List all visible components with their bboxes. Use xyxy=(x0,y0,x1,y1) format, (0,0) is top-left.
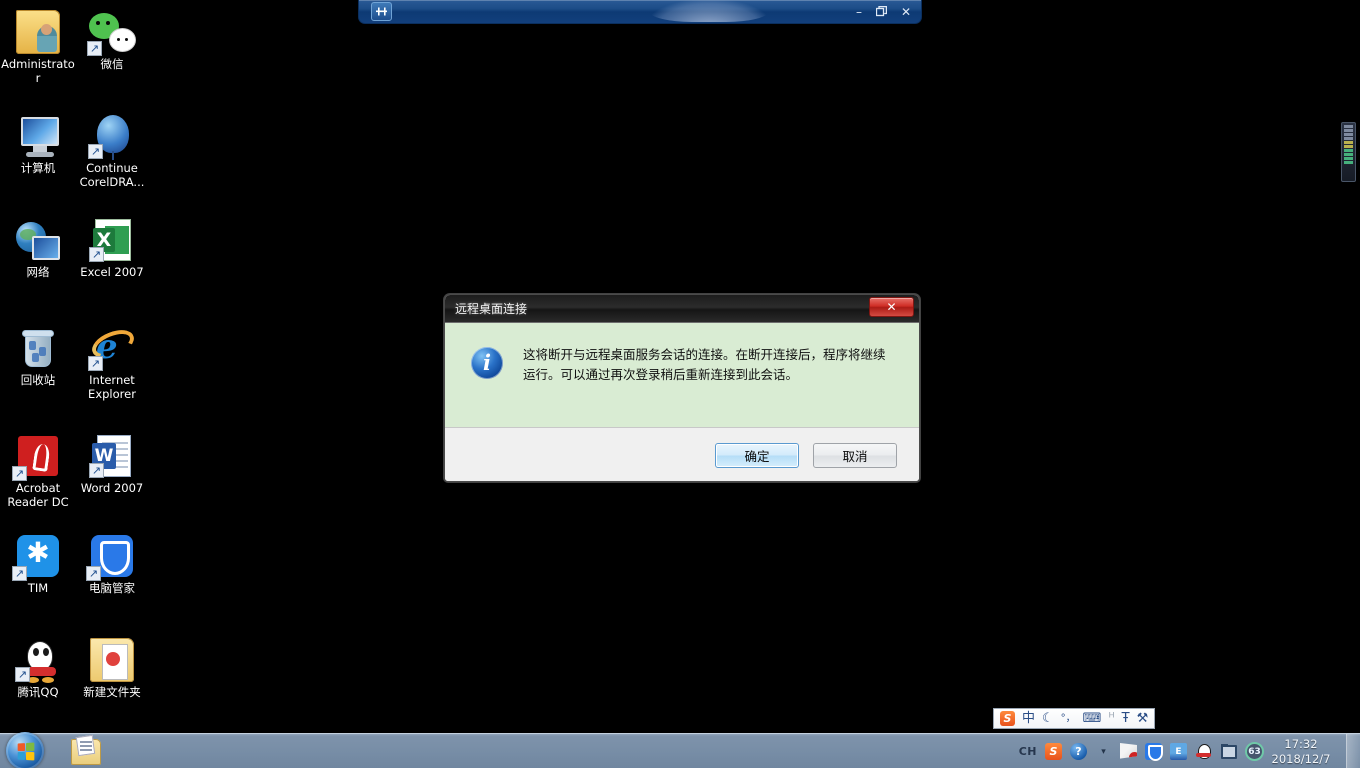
ebook-icon[interactable]: E xyxy=(1170,743,1187,760)
excel-icon: X ↗ xyxy=(88,216,136,264)
ok-button[interactable]: 确定 xyxy=(715,442,799,468)
qq-penguin-icon[interactable] xyxy=(1195,743,1212,760)
rdp-window-controls[interactable]: – ✕ xyxy=(856,0,911,24)
desktop-icon-word-2007[interactable]: W ↗ Word 2007 xyxy=(74,432,150,496)
shortcut-overlay-icon: ↗ xyxy=(88,144,103,159)
desktop-icon-pc-manager[interactable]: ↗ 电脑管家 xyxy=(74,532,150,596)
notepad-folder-icon xyxy=(71,734,101,765)
taskbar-clock[interactable]: 17:32 2018/12/7 xyxy=(1264,737,1338,767)
punctuation-icon[interactable]: °， xyxy=(1061,713,1076,724)
shortcut-overlay-icon: ↗ xyxy=(12,566,27,581)
desktop-icon-label: 微信 xyxy=(100,57,124,71)
desktop-icon-excel-2007[interactable]: X ↗ Excel 2007 xyxy=(74,216,150,280)
desktop-icon-label: TIM xyxy=(27,581,49,595)
moon-icon[interactable]: ☾ xyxy=(1042,712,1054,725)
chinese-mode-icon[interactable]: 中 xyxy=(1022,712,1035,725)
network-icon xyxy=(14,216,62,264)
desktop-icon-label: Continue CorelDRA... xyxy=(79,161,145,189)
rdp-minimize-button[interactable]: – xyxy=(856,6,862,18)
desktop-icon-label: Excel 2007 xyxy=(80,265,144,279)
desktop-icon-label: Internet Explorer xyxy=(88,373,136,401)
system-tray: CH S ? ▾ E 63 xyxy=(1019,734,1264,768)
shortcut-overlay-icon: ↗ xyxy=(12,466,27,481)
desktop-icon-label: 新建文件夹 xyxy=(83,685,141,699)
acrobat-reader-icon: ↗ xyxy=(12,432,62,481)
desktop-icon-computer[interactable]: 计算机 xyxy=(0,112,76,176)
shortcut-overlay-icon: ↗ xyxy=(15,667,30,682)
desktop-icon-acrobat-reader-dc[interactable]: ↗ Acrobat Reader DC xyxy=(0,432,76,509)
settings-wrench-icon[interactable]: ⚒ xyxy=(1137,712,1149,725)
info-icon: i xyxy=(471,347,503,379)
dialog-message: 这将断开与远程桌面服务会话的连接。在断开连接后，程序将继续运行。可以通过再次登录… xyxy=(523,347,886,382)
desktop-screen: – ✕ Administrator ↗ 微信 计算机 ↗ Continue Co… xyxy=(0,0,1360,768)
computer-icon xyxy=(14,112,62,160)
system-meter-gadget xyxy=(1341,122,1356,182)
desktop-icon-label: Word 2007 xyxy=(80,481,144,495)
help-icon[interactable]: ? xyxy=(1070,743,1087,760)
sogou-logo-icon[interactable]: S xyxy=(1000,711,1015,726)
recycle-bin-icon xyxy=(14,324,62,372)
shortcut-overlay-icon: ↗ xyxy=(89,247,104,262)
show-hidden-icons-arrow[interactable]: ▾ xyxy=(1095,743,1112,760)
dialog-title-bar[interactable]: 远程桌面连接 ✕ xyxy=(445,295,919,323)
rdp-restore-button[interactable] xyxy=(875,5,887,19)
sogou-ime-icon[interactable]: S xyxy=(1045,743,1062,760)
desktop-icon-network[interactable]: 网络 xyxy=(0,216,76,280)
word-icon: W ↗ xyxy=(88,432,136,480)
desktop-icon-label: 网络 xyxy=(26,265,50,279)
shortcut-overlay-icon: ↗ xyxy=(89,463,104,478)
desktop-icon-label: 电脑管家 xyxy=(89,581,135,595)
clock-time: 17:32 xyxy=(1284,737,1318,751)
desktop-icon-tim[interactable]: ↗ TIM xyxy=(0,532,76,596)
tencent-pc-manager-shield-icon[interactable] xyxy=(1145,743,1163,761)
desktop-icon-tencent-qq[interactable]: ↗ 腾讯QQ xyxy=(0,636,76,700)
desktop-icon-label: Acrobat Reader DC xyxy=(7,481,69,509)
dialog-title: 远程桌面连接 xyxy=(455,302,528,316)
taskbar-pinned-notepad[interactable] xyxy=(66,734,106,766)
rdp-close-button[interactable]: ✕ xyxy=(901,6,911,18)
desktop-icon-label: 计算机 xyxy=(20,161,56,175)
shortcut-overlay-icon: ↗ xyxy=(86,566,101,581)
dialog-close-button[interactable]: ✕ xyxy=(869,297,914,317)
show-desktop-button[interactable] xyxy=(1346,734,1360,768)
desktop-icon-recycle-bin[interactable]: 回收站 xyxy=(0,324,76,388)
windows-logo-icon xyxy=(17,741,34,761)
desktop-icon-label: 回收站 xyxy=(20,373,56,387)
clock-date: 2018/12/7 xyxy=(1271,752,1331,766)
shortcut-overlay-icon: ↗ xyxy=(88,356,103,371)
network-monitor-icon[interactable] xyxy=(1220,743,1237,760)
rdp-connection-bar[interactable]: – ✕ xyxy=(358,0,922,24)
desktop-icon-administrator[interactable]: Administrator xyxy=(0,8,76,85)
pushpin-icon[interactable] xyxy=(371,2,392,21)
soft-keyboard-icon[interactable]: ⌨ xyxy=(1083,712,1102,725)
desktop-icon-wechat[interactable]: ↗ 微信 xyxy=(74,8,150,72)
desktop-icon-coreldraw[interactable]: ↗ Continue CorelDRA... xyxy=(74,112,150,189)
action-center-flag-icon[interactable] xyxy=(1120,743,1137,759)
cancel-button[interactable]: 取消 xyxy=(813,442,897,468)
pc-manager-shield-icon: ↗ xyxy=(86,532,136,581)
tim-icon: ↗ xyxy=(12,532,62,581)
remote-desktop-disconnect-dialog: 远程桌面连接 ✕ i 这将断开与远程桌面服务会话的连接。在断开连接后，程序将继续… xyxy=(444,294,920,482)
balloon-icon: ↗ xyxy=(88,112,136,160)
dialog-footer: 确定 取消 xyxy=(445,428,919,481)
start-button[interactable] xyxy=(6,732,44,768)
wechat-icon: ↗ xyxy=(87,8,136,56)
sogou-ime-toolbar[interactable]: S 中 ☾ °， ⌨ ᴴ Ŧ ⚒ xyxy=(993,708,1156,729)
language-indicator[interactable]: CH xyxy=(1019,745,1037,758)
internet-explorer-icon: e ↗ xyxy=(88,324,138,372)
new-folder-icon xyxy=(88,636,136,684)
skin-icon[interactable]: Ŧ xyxy=(1122,712,1130,725)
cpu-gauge-icon[interactable]: 63 xyxy=(1245,742,1264,761)
qq-penguin-icon: ↗ xyxy=(14,636,62,684)
desktop-icon-new-folder[interactable]: 新建文件夹 xyxy=(74,636,150,700)
desktop-icon-label: 腾讯QQ xyxy=(17,685,59,699)
desktop-icon-label: Administrator xyxy=(1,57,75,85)
dialog-body: i 这将断开与远程桌面服务会话的连接。在断开连接后，程序将继续运行。可以通过再次… xyxy=(445,323,919,428)
user-icon[interactable]: ᴴ xyxy=(1108,712,1114,725)
taskbar: CH S ? ▾ E 63 17:32 2018/12/7 xyxy=(0,732,1360,768)
shortcut-overlay-icon: ↗ xyxy=(87,41,102,56)
folder-user-icon xyxy=(14,8,62,56)
desktop-icon-internet-explorer[interactable]: e ↗ Internet Explorer xyxy=(74,324,150,401)
